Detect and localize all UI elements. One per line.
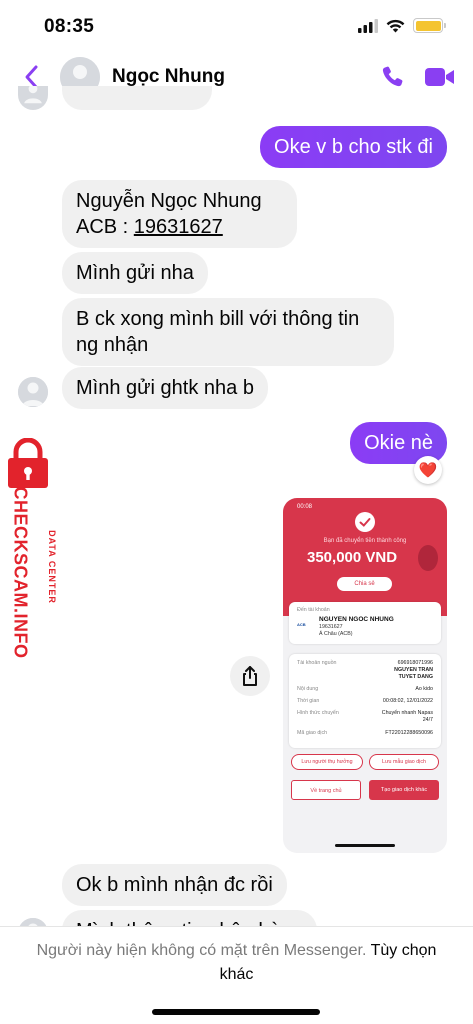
receipt-home-indicator [335,844,395,847]
message-bubble-incoming[interactable]: Nguyễn Ngọc Nhung ACB : 19631627 [62,180,297,248]
receipt-header: 00:08 Bạn đã chuyển tiền thành công 350,… [283,498,447,616]
receipt-share-button: Chia sẻ [337,577,392,591]
recipient-bank: Á Châu (ACB) [319,631,353,637]
default-avatar-icon [18,377,48,407]
notice-text: Người này hiện không có mặt trên Messeng… [24,939,449,987]
home-indicator[interactable] [152,1009,320,1015]
save-beneficiary-pill: Lưu người thụ hưởng [291,754,363,770]
share-button[interactable] [230,656,270,696]
detail-row: Thời gian 00:08:02, 12/01/2022 [297,698,433,704]
heart-reaction-icon[interactable]: ❤️ [414,456,442,484]
phone-call-icon[interactable] [380,64,406,90]
sender-avatar [18,86,48,110]
detail-row: 24/7 [422,717,433,723]
receipt-time: 00:08 [297,504,313,510]
message-bubble-incoming[interactable]: Mình gửi nha [62,252,208,294]
account-number-link[interactable]: 19631627 [134,216,223,238]
message-line: Nguyễn Ngọc Nhung [76,190,262,212]
detail-row: Nội dung Ao kido [297,686,433,692]
contact-name[interactable]: Ngọc Nhung [112,66,225,88]
receipt-amount: 350,000 VND [307,549,398,566]
bank-label: ACB : [76,216,134,238]
detail-row: Mã giao dịch FT22012288650096 [297,730,433,736]
status-bar: 08:35 [0,0,473,52]
previous-message-partial [62,86,212,110]
message-bubble-incoming[interactable]: B ck xong mình bill với thông tin ng nhậ… [62,298,394,366]
message-bubble-incoming[interactable]: Mình gửi ghtk nha b [62,367,268,409]
save-template-pill: Lưu mẫu giao dịch [369,754,439,770]
sender-avatar[interactable] [18,377,48,407]
receipt-image[interactable]: 00:08 Bạn đã chuyển tiền thành công 350,… [283,498,447,853]
watermark-sub: DATA CENTER [24,478,57,604]
to-account-label: Đến tài khoản [297,607,330,613]
message-line: B ck xong mình bill với thông tin [76,308,360,330]
recipient-account: 19631627 [319,624,343,630]
watermark: CHECKSCAM.INFO [4,478,31,668]
default-avatar-icon [21,86,45,104]
recipient-name: NGUYEN NGOC NHUNG [319,616,394,623]
receipt-subtitle: Bạn đã chuyển tiền thành công [323,538,407,544]
mascot-icon [418,545,438,571]
detail-row: TUYET DANG [398,674,433,680]
message-line: ACB : 19631627 [76,214,283,240]
wifi-icon [386,19,405,32]
transaction-details-card: Tài khoản nguồn 696918071996 NGUYEN TRAN … [289,654,441,748]
share-icon [243,666,257,686]
message-bubble-outgoing[interactable]: Oke v b cho stk đi [260,126,447,168]
video-call-icon[interactable] [424,65,456,89]
status-icons [358,18,446,33]
bank-logo-icon: ACB [297,622,306,627]
message-line: ng nhận [76,334,149,356]
receipt-home-button: Về trang chủ [291,780,361,800]
message-bubble-incoming[interactable]: Ok b mình nhận đc rồi [62,864,287,906]
success-check-icon [355,512,375,532]
watermark-sub-text: DATA CENTER [47,530,57,604]
notice-message: Người này hiện không có mặt trên Messeng… [36,942,371,959]
cellular-signal-icon [358,18,378,33]
unavailable-notice: Người này hiện không có mặt trên Messeng… [0,926,473,1024]
status-time: 08:35 [44,16,95,37]
receipt-new-transaction-button: Tạo giao dịch khác [369,780,439,800]
recipient-card: Đến tài khoản ACB NGUYEN NGOC NHUNG 1963… [289,602,441,644]
battery-icon [413,18,446,33]
recipient-details: 19631627 Á Châu (ACB) [319,624,353,638]
